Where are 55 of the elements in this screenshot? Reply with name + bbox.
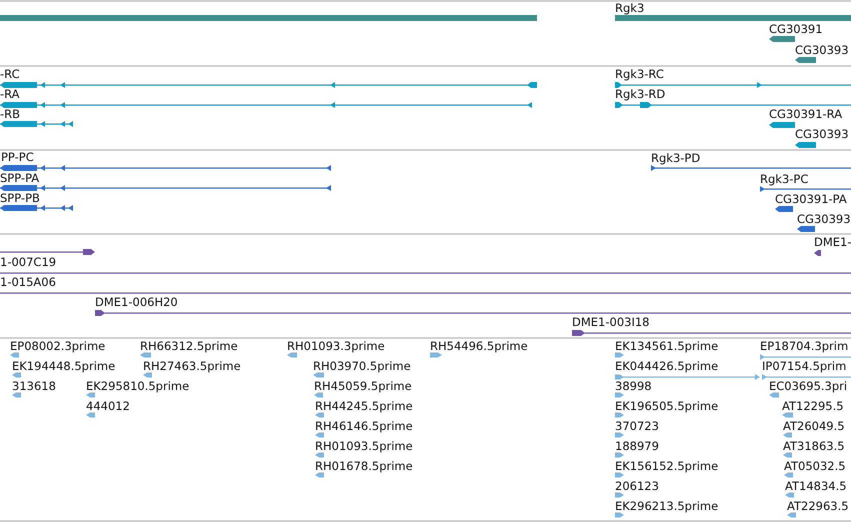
feature-label: Rgk3-PC <box>760 172 808 186</box>
feature-label: 444012 <box>86 399 130 413</box>
feature-label: SPP-PA <box>0 171 40 185</box>
feature-label: RH66312.5prime <box>140 339 238 353</box>
feature-label: CG30391-RA <box>769 107 842 121</box>
feature-label: DME1-006H20 <box>95 295 178 309</box>
feature-label: RH46146.5prime <box>315 419 413 433</box>
feature-label: RH54496.5prime <box>430 339 528 353</box>
feature-label: 38998 <box>615 379 652 393</box>
feature-label: EK295810.5prime <box>86 379 190 393</box>
feature-label: AT12295.5 <box>782 399 844 413</box>
feature-label: IP07154.5prim <box>762 359 846 373</box>
feature-label: 1-007C19 <box>0 255 56 269</box>
feature-label: Rgk3-PD <box>651 151 700 165</box>
feature-label: DME1- <box>814 235 851 249</box>
feature-label: RH01093.5prime <box>315 439 413 453</box>
feature-label: -RC <box>0 67 20 81</box>
feature-label: CG30393 <box>795 43 849 57</box>
feature-label: AT05032.5 <box>784 459 846 473</box>
feature-label: EK196505.5prime <box>615 399 718 413</box>
feature-label: RH01093.3prime <box>287 339 385 353</box>
feature-label: CG30391 <box>769 22 823 36</box>
feature-label: EK194448.5prime <box>12 359 116 373</box>
feature-label: RH03970.5prime <box>313 359 411 373</box>
feature-label: 188979 <box>615 439 659 453</box>
feature-label: DME1-003I18 <box>572 315 650 329</box>
feature-label: SPP-PB <box>0 191 40 205</box>
feature-label: EP18704.3prim <box>760 339 848 353</box>
feature-label: EP08002.3prime <box>10 339 106 353</box>
feature-label: EK134561.5prime <box>615 339 718 353</box>
feature-label: RH45059.5prime <box>314 379 412 393</box>
feature-label: RH27463.5prime <box>143 359 241 373</box>
feature-label: AT26049.5 <box>783 419 845 433</box>
feature-label: AT31863.5 <box>783 439 845 453</box>
feature-label: 206123 <box>615 479 659 493</box>
feature-label: EC03695.3pri <box>769 379 848 393</box>
feature-label: -RB <box>0 107 20 121</box>
feature-label: 1-015A06 <box>0 275 56 289</box>
feature-label: PP-PC <box>1 150 34 164</box>
feature-label: AT14834.5 <box>785 479 847 493</box>
feature-label: 370723 <box>615 419 659 433</box>
feature-label: Rgk3-RD <box>615 87 666 101</box>
feature-label: RH44245.5prime <box>315 399 413 413</box>
feature-label: AT22963.5 <box>787 499 849 513</box>
feature-label: CG30393 <box>797 212 851 226</box>
feature-label: CG30393 <box>795 127 849 141</box>
feature-label: 313618 <box>12 379 56 393</box>
feature-label: EK296213.5prime <box>615 499 718 513</box>
feature-label: Rgk3-RC <box>615 67 664 81</box>
feature-label: CG30391-PA <box>775 192 847 206</box>
feature-label: Rgk3 <box>615 1 644 15</box>
feature-label: EK156152.5prime <box>615 459 718 473</box>
feature-label: EK044426.5prime <box>615 359 718 373</box>
feature-label: RH01678.5prime <box>315 459 413 473</box>
feature-label: -RA <box>0 87 20 101</box>
